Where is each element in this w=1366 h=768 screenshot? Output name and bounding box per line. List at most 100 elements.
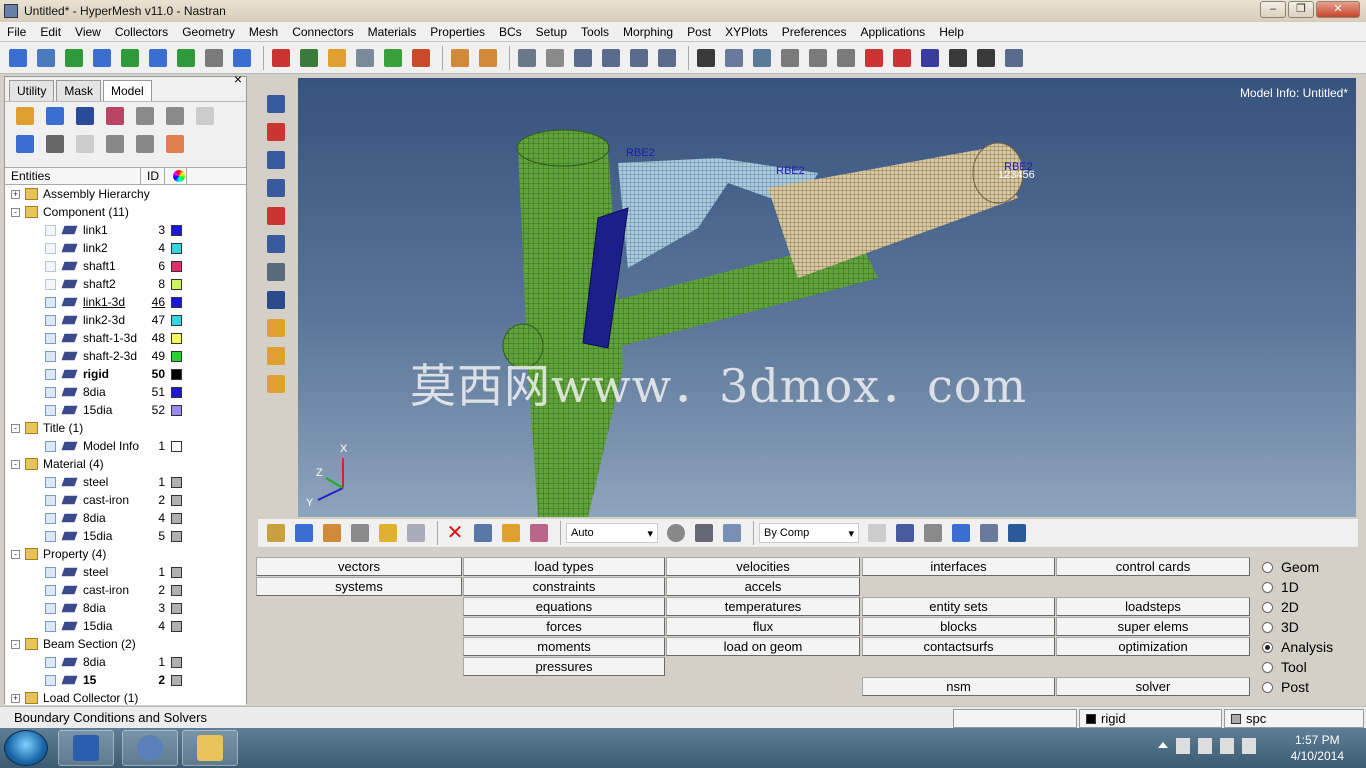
color-swatch[interactable] [171, 675, 182, 686]
menu-properties[interactable]: Properties [423, 25, 492, 39]
tab-mask[interactable]: Mask [56, 80, 102, 101]
visibility-icon[interactable] [45, 495, 56, 506]
panel-button-velocities[interactable]: velocities [666, 557, 860, 576]
visibility-icon[interactable] [45, 621, 56, 632]
tree-row[interactable]: 8dia 3 [5, 599, 246, 617]
view-front-icon[interactable] [264, 92, 288, 116]
summation-icon[interactable] [946, 46, 970, 70]
rotate-icon[interactable] [202, 46, 226, 70]
menu-materials[interactable]: Materials [361, 25, 424, 39]
zoom-icon[interactable] [6, 46, 30, 70]
color-swatch[interactable] [171, 477, 182, 488]
shading-icon[interactable] [918, 46, 942, 70]
radio-analysis[interactable]: Analysis [1258, 637, 1358, 657]
clip-icon[interactable] [890, 46, 914, 70]
visibility-icon[interactable] [45, 567, 56, 578]
table-icon[interactable] [1002, 46, 1026, 70]
iso-view-icon[interactable] [146, 46, 170, 70]
tree-row[interactable]: - Material (4) [5, 455, 246, 473]
auto-visualization-dropdown[interactable]: Auto ▾ [566, 523, 658, 543]
minimize-button[interactable]: – [1260, 1, 1286, 18]
taskbar-explorer[interactable] [182, 730, 238, 766]
visibility-icon[interactable] [45, 369, 56, 380]
organize-icon[interactable] [471, 521, 495, 545]
view-top-icon[interactable] [264, 204, 288, 228]
menu-file[interactable]: File [0, 25, 33, 39]
color-swatch[interactable] [171, 513, 182, 524]
collapse-icon[interactable]: - [11, 550, 20, 559]
z-view-icon[interactable] [118, 46, 142, 70]
y-view-icon[interactable] [90, 46, 114, 70]
network-icon[interactable] [1220, 738, 1234, 754]
solid-cube-icon[interactable] [720, 521, 744, 545]
import-icon[interactable] [381, 46, 405, 70]
expand-icon[interactable]: + [11, 190, 20, 199]
menu-xyplots[interactable]: XYPlots [718, 25, 775, 39]
device-icon[interactable] [1198, 738, 1212, 754]
menu-morphing[interactable]: Morphing [616, 25, 680, 39]
color-swatch[interactable] [171, 225, 182, 236]
tree-row[interactable]: - Title (1) [5, 419, 246, 437]
maximize-button[interactable]: ❐ [1288, 1, 1314, 18]
collapse-icon[interactable]: - [11, 460, 20, 469]
collector-icon[interactable] [499, 521, 523, 545]
clock[interactable]: 1:57 PM 4/10/2014 [1291, 732, 1344, 764]
save-model-icon[interactable] [297, 46, 321, 70]
tree-row[interactable]: shaft2 8 [5, 275, 246, 293]
color-swatch[interactable] [171, 495, 182, 506]
tree-row[interactable]: link1-3d 46 [5, 293, 246, 311]
visibility-icon[interactable] [45, 657, 56, 668]
tree-row[interactable]: rigid 50 [5, 365, 246, 383]
tree-row[interactable]: 15dia 52 [5, 401, 246, 419]
radio-2d[interactable]: 2D [1258, 597, 1358, 617]
collapse-all-icon[interactable] [163, 104, 187, 128]
color-swatch[interactable] [171, 261, 182, 272]
panel-button-equations[interactable]: equations [463, 597, 665, 616]
tree-row[interactable]: - Beam Section (2) [5, 635, 246, 653]
visibility-icon[interactable] [45, 333, 56, 344]
show-assemblies-icon[interactable] [43, 104, 67, 128]
panel-button-control-cards[interactable]: control cards [1056, 557, 1250, 576]
panel-button-temperatures[interactable]: temperatures [666, 597, 860, 616]
tree-row[interactable]: 15dia 4 [5, 617, 246, 635]
find-icon[interactable] [320, 521, 344, 545]
color-column-header[interactable] [165, 168, 187, 184]
visibility-icon[interactable] [45, 531, 56, 542]
menu-tools[interactable]: Tools [574, 25, 616, 39]
view-iso-icon[interactable] [264, 232, 288, 256]
user-profile-icon[interactable] [448, 46, 472, 70]
radio-1d[interactable]: 1D [1258, 577, 1358, 597]
visibility-icon[interactable] [45, 351, 56, 362]
color-swatch[interactable] [171, 531, 182, 542]
spin-icon[interactable] [627, 46, 651, 70]
panel-button-super-elems[interactable]: super elems [1056, 617, 1250, 636]
color-swatch[interactable] [171, 279, 182, 290]
isolate-icon[interactable] [13, 132, 37, 156]
surface-display-icon[interactable] [949, 521, 973, 545]
numbers-icon[interactable] [527, 521, 551, 545]
tree-row[interactable]: link2 4 [5, 239, 246, 257]
collapse-icon[interactable]: - [11, 640, 20, 649]
export-icon[interactable] [409, 46, 433, 70]
panel-button-load-types[interactable]: load types [463, 557, 665, 576]
current-loadcol-field[interactable]: spc [1224, 709, 1364, 728]
cube-top-icon[interactable] [834, 46, 858, 70]
current-component-field[interactable]: rigid [1079, 709, 1222, 728]
color-swatch[interactable] [171, 585, 182, 596]
color-swatch[interactable] [171, 333, 182, 344]
zoom-fit-icon[interactable] [543, 46, 567, 70]
view-back-icon[interactable] [264, 120, 288, 144]
show-collectors-icon[interactable] [73, 104, 97, 128]
menu-bcs[interactable]: BCs [492, 25, 529, 39]
panel-button-interfaces[interactable]: interfaces [862, 557, 1055, 576]
tree-row[interactable]: cast-iron 2 [5, 581, 246, 599]
color-swatch[interactable] [171, 657, 182, 668]
radio-tool[interactable]: Tool [1258, 657, 1358, 677]
menu-help[interactable]: Help [932, 25, 971, 39]
mask-icon[interactable] [292, 521, 316, 545]
color-swatch[interactable] [171, 441, 182, 452]
cube-front-icon[interactable] [778, 46, 802, 70]
taskbar-hypermesh[interactable] [122, 730, 178, 766]
radio-3d[interactable]: 3D [1258, 617, 1358, 637]
undo-display-icon[interactable] [73, 132, 97, 156]
